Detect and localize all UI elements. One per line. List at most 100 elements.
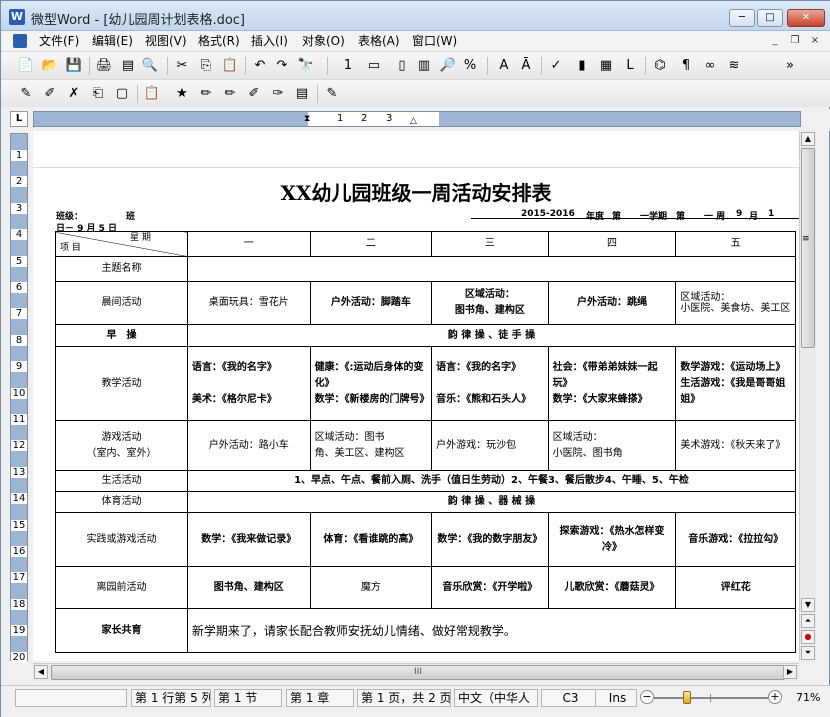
page-number-icon[interactable]: 1 bbox=[339, 57, 357, 75]
day-header[interactable]: 五 bbox=[675, 231, 796, 257]
doc-icon[interactable]: ▢ bbox=[113, 85, 131, 103]
vertical-scrollbar[interactable]: ▲ ≡ ▼ ⏶ ● ⏷ bbox=[799, 131, 816, 661]
close-button[interactable]: ✕ bbox=[787, 9, 825, 27]
scroll-up-button[interactable]: ▲ bbox=[801, 132, 815, 146]
bookmark-icon[interactable]: ▮ bbox=[573, 57, 591, 75]
scroll-thumb[interactable] bbox=[801, 148, 815, 348]
table-cell[interactable]: 区域活动：图书 角、美工区、建构区 bbox=[309, 420, 433, 471]
menu-view[interactable]: 视图(V) bbox=[143, 33, 189, 49]
spell-check-icon[interactable]: ✓ bbox=[547, 57, 565, 75]
merged-cell[interactable]: 1、早点、午点、餐前入厕、洗手（值日生劳动）2、午餐3、餐后散步4、午睡、5、午… bbox=[186, 470, 797, 492]
table-cell[interactable]: 魔方 bbox=[309, 566, 433, 609]
pdf-icon[interactable]: ▤ bbox=[119, 57, 137, 75]
theme-cell[interactable] bbox=[186, 256, 797, 282]
zoom-in-button[interactable]: + bbox=[768, 690, 782, 704]
row-label[interactable]: 早 操 bbox=[55, 324, 188, 347]
stack-icon[interactable]: ≋ bbox=[725, 57, 743, 75]
restore-button[interactable]: □ bbox=[757, 9, 783, 27]
word-app-icon[interactable]: W bbox=[9, 9, 25, 25]
parent-cooperation-cell[interactable]: 新学期来了，请家长配合教师安抚幼儿情绪、做好常规教学。 bbox=[186, 608, 797, 653]
weekly-plan-table[interactable]: 星 期 项 目 一 二 三 四 五 主题名称 晨间活动 桌面玩具：雪花片 户外活 bbox=[55, 231, 797, 653]
zoom-icon[interactable]: 🔎 bbox=[439, 57, 457, 75]
horizontal-scroll-thumb[interactable]: III bbox=[51, 665, 785, 680]
table-cell[interactable]: 语言：《我的名字》 美术：《格尔尼卡》 bbox=[186, 346, 311, 421]
cut-icon[interactable]: ✂ bbox=[173, 57, 191, 75]
row-label[interactable]: 离园前活动 bbox=[55, 566, 188, 609]
undo-icon[interactable]: ↶ bbox=[251, 57, 269, 75]
table-cell[interactable]: 数学：《我来做记录》 bbox=[186, 512, 311, 567]
document-edit-icon[interactable]: ✎ bbox=[323, 85, 341, 103]
pen-outline-icon[interactable]: ✐ bbox=[245, 85, 263, 103]
highlight-icon[interactable]: ✎ bbox=[17, 85, 35, 103]
table-cell[interactable]: 语言：《我的名字》 音乐：《熊和石头人》 bbox=[431, 346, 549, 421]
paragraph-icon[interactable]: ¶ bbox=[677, 57, 695, 75]
print-icon[interactable]: 🖨 bbox=[95, 57, 113, 75]
row-label[interactable]: 游戏活动 （室内、室外） bbox=[55, 420, 188, 471]
pen-yellow-icon[interactable]: ✏ bbox=[221, 85, 239, 103]
print-preview-icon[interactable]: 🔍 bbox=[141, 57, 159, 75]
zoom-slider-track[interactable] bbox=[654, 697, 768, 699]
zoom-slider-thumb[interactable] bbox=[683, 691, 691, 704]
table-cell[interactable]: 探索游戏：《热水怎样变冷》 bbox=[547, 512, 677, 567]
indent-marker[interactable]: ⧗ bbox=[304, 112, 310, 126]
replace-icon[interactable]: % bbox=[461, 57, 479, 75]
table-cell[interactable]: 儿歌欣赏：《蘑菇灵》 bbox=[547, 566, 677, 609]
menu-table[interactable]: 表格(A) bbox=[356, 33, 402, 49]
minimize-button[interactable]: ─ bbox=[729, 9, 755, 27]
table-cell[interactable]: 健康：《:运动后身体的变化》 数学：《新楼房的门牌号》 bbox=[309, 346, 433, 421]
tab-stop-selector[interactable]: L bbox=[10, 111, 28, 127]
row-label[interactable]: 生活活动 bbox=[55, 470, 188, 492]
table-cell[interactable]: 数学游戏：《运动场上》 生活游戏：《我是哥哥姐姐》 bbox=[675, 346, 796, 421]
page-setup-icon[interactable]: ▯ bbox=[393, 57, 411, 75]
vertical-ruler[interactable]: 1 2 3 4 5 6 7 8 9 10 11 12 13 14 15 16 17 18 19 20 bbox=[10, 133, 28, 663]
table-cell[interactable]: 社会：《带弟弟妹妹一起玩》 数学：《大家来蜂搽》 bbox=[547, 346, 677, 421]
table-cell[interactable]: 音乐游戏：《拉拉勾》 bbox=[675, 512, 796, 567]
table-cell[interactable]: 图书角、建构区 bbox=[186, 566, 311, 609]
open-folder-icon[interactable]: 📂 bbox=[41, 57, 59, 75]
table-cell[interactable]: 美术游戏：《秋天来了》 bbox=[675, 420, 796, 471]
copy-format-icon[interactable]: ⎗ bbox=[89, 85, 107, 103]
status-language[interactable]: 中文（中华人 bbox=[454, 689, 538, 707]
table-cell[interactable]: 户外活动：跳绳 bbox=[547, 281, 677, 325]
horizontal-scrollbar[interactable]: ◀ III ▶ bbox=[33, 663, 799, 681]
horizontal-ruler[interactable]: 1 2 3 ⧗ △ bbox=[33, 111, 801, 127]
table-cell[interactable]: 户外活动：脚踏车 bbox=[309, 281, 433, 325]
scroll-down-button[interactable]: ▼ bbox=[801, 598, 815, 612]
columns-icon[interactable]: ▥ bbox=[415, 57, 433, 75]
pen-green-icon[interactable]: ✏ bbox=[197, 85, 215, 103]
save-icon[interactable]: 💾 bbox=[65, 57, 83, 75]
font-color-icon[interactable]: A bbox=[495, 57, 513, 75]
mdi-restore-button[interactable]: ❐ bbox=[787, 34, 803, 48]
table-cell[interactable]: 评红花 bbox=[675, 566, 796, 609]
next-page-button[interactable]: ⏷ bbox=[801, 646, 815, 660]
row-label[interactable]: 体育活动 bbox=[55, 491, 188, 513]
star-pen-icon[interactable]: ★ bbox=[173, 85, 191, 103]
day-header[interactable]: 三 bbox=[431, 231, 549, 257]
browse-object-button[interactable]: ● bbox=[801, 630, 815, 644]
find-icon[interactable]: 🔭 bbox=[297, 57, 315, 75]
scroll-right-button[interactable]: ▶ bbox=[783, 665, 797, 679]
menu-insert[interactable]: 插入(I) bbox=[249, 33, 290, 49]
mdi-minimize-button[interactable]: _ bbox=[767, 34, 783, 48]
row-label[interactable]: 教学活动 bbox=[55, 346, 188, 421]
table-cell[interactable]: 区域活动： 图书角、建构区 bbox=[431, 281, 549, 325]
header-corner-cell[interactable]: 星 期 项 目 bbox=[55, 231, 188, 257]
merged-cell[interactable]: 韵 律 操 、器 械 操 bbox=[186, 491, 797, 513]
day-header[interactable]: 二 bbox=[309, 231, 433, 257]
table-cell[interactable]: 音乐欣赏：《开学啦》 bbox=[431, 566, 549, 609]
menu-object[interactable]: 对象(O) bbox=[300, 33, 347, 49]
notes-icon[interactable]: ▤ bbox=[293, 85, 311, 103]
layers-icon[interactable]: ▦ bbox=[597, 57, 615, 75]
table-cell[interactable]: 户外游戏：玩沙包 bbox=[431, 420, 549, 471]
table-cell[interactable]: 体育：《看谁跳的高》 bbox=[309, 512, 433, 567]
more-icon[interactable]: » bbox=[781, 57, 799, 75]
table-cell[interactable]: 户外活动：路小车 bbox=[186, 420, 311, 471]
table-cell[interactable]: 数学：《我的数字朋友》 bbox=[431, 512, 549, 567]
scroll-left-button[interactable]: ◀ bbox=[34, 665, 48, 679]
merged-cell[interactable]: 韵 律 操 、徒 手 操 bbox=[186, 324, 797, 347]
menu-file[interactable]: 文件(F) bbox=[37, 33, 81, 49]
clipboard-icon[interactable]: 📋 bbox=[143, 85, 161, 103]
menu-window[interactable]: 窗口(W) bbox=[410, 33, 459, 49]
day-header[interactable]: 一 bbox=[186, 231, 311, 257]
link-icon[interactable]: ∞ bbox=[701, 57, 719, 75]
